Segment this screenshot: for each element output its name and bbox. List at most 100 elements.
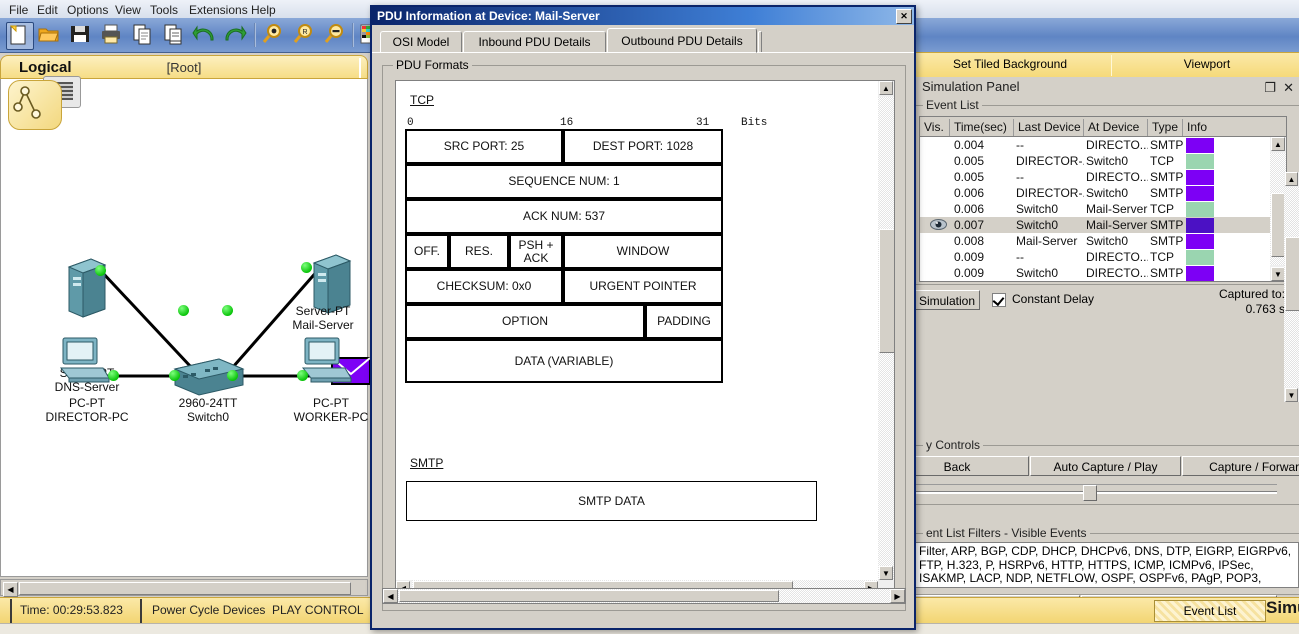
cell-type: TCP	[1150, 154, 1174, 168]
table-row[interactable]: 0.005 DIRECTOR-...Switch0 TCP	[920, 153, 1286, 169]
scroll-down-arrow-icon[interactable]: ▼	[1271, 267, 1285, 281]
menu-item-options[interactable]: Options	[62, 2, 113, 18]
protocol-label-smtp[interactable]: SMTP	[410, 456, 443, 470]
scroll-left-arrow-icon[interactable]: ◀	[3, 582, 18, 597]
field-ack-num: ACK NUM: 537	[405, 199, 723, 234]
canvas-horizontal-scrollbar[interactable]: ◀	[0, 579, 368, 597]
menu-item-view[interactable]: View	[110, 2, 146, 18]
cell-type: SMTP	[1150, 266, 1184, 280]
event-list-button[interactable]: Event List	[1154, 600, 1266, 622]
info-color-chip	[1186, 250, 1214, 265]
capture-forward-button[interactable]: Capture / Forward	[1182, 456, 1299, 476]
column-header-info[interactable]: Info	[1183, 119, 1271, 136]
constant-delay-checkbox[interactable]	[992, 293, 1006, 307]
print-icon[interactable]	[99, 22, 125, 48]
cell-at-device: Switch0	[1086, 234, 1129, 248]
playback-speed-slider[interactable]	[897, 484, 1277, 501]
simulation-panel-scrollbar[interactable]: ▲ ▼	[1284, 172, 1299, 402]
viewport-button[interactable]: Viewport	[1115, 57, 1299, 71]
scroll-thumb[interactable]	[399, 590, 779, 602]
column-header-vis[interactable]: Vis.	[920, 119, 950, 136]
table-row[interactable]: 0.007 Switch0 Mail-Server SMTP	[920, 217, 1286, 233]
column-header-at-device[interactable]: At Device	[1084, 119, 1148, 136]
tab-osi-model[interactable]: OSI Model	[380, 31, 462, 53]
pc-icon[interactable]	[301, 334, 357, 390]
tab-outbound-pdu-details[interactable]: Outbound PDU Details	[607, 28, 757, 53]
link-status-dot	[169, 370, 180, 381]
scroll-thumb[interactable]	[19, 582, 351, 595]
save-icon[interactable]	[68, 22, 94, 48]
slider-knob[interactable]	[1083, 485, 1097, 501]
cell-type: SMTP	[1150, 186, 1184, 200]
device-model: PC-PT	[313, 396, 349, 410]
menu-item-extensions[interactable]: Extensions	[184, 2, 253, 18]
restore-window-icon[interactable]: ❐	[1264, 80, 1276, 96]
pdu-format-scroll-area[interactable]: TCP 0 16 31 Bits SRC PORT: 25 DEST PORT:…	[395, 80, 895, 597]
close-icon[interactable]: ✕	[896, 9, 912, 24]
table-row[interactable]: 0.009 Switch0 DIRECTO... SMTP	[920, 265, 1286, 281]
scroll-up-arrow-icon[interactable]: ▲	[879, 81, 893, 95]
table-row[interactable]: 0.009--DIRECTO...TCP	[920, 281, 1286, 282]
dialog-tab-strip: OSI Model Inbound PDU Details Outbound P…	[372, 27, 914, 53]
new-file-icon[interactable]	[6, 22, 34, 50]
event-list-legend: Event List	[923, 98, 982, 112]
zoom-in-icon[interactable]	[261, 22, 287, 48]
zoom-reset-icon[interactable]: R	[292, 22, 318, 48]
logical-topology-icon[interactable]	[8, 80, 62, 130]
table-row[interactable]: 0.005 -- DIRECTO... SMTP	[920, 169, 1286, 185]
tab-inbound-pdu-details[interactable]: Inbound PDU Details	[463, 31, 606, 53]
scroll-down-arrow-icon[interactable]: ▼	[1285, 388, 1298, 402]
cell-time: 0.009	[954, 250, 985, 264]
paste-icon[interactable]	[161, 22, 187, 48]
close-icon[interactable]: ✕	[1283, 80, 1294, 96]
scroll-left-arrow-icon[interactable]: ◀	[383, 589, 398, 603]
scroll-down-arrow-icon[interactable]: ▼	[879, 566, 893, 580]
set-tiled-background-button[interactable]: Set Tiled Background	[915, 57, 1105, 71]
cell-time: 0.004	[954, 138, 985, 152]
device-model: PC-PT	[69, 396, 105, 410]
field-padding: PADDING	[645, 304, 723, 339]
menu-item-help[interactable]: Help	[246, 2, 281, 18]
table-row[interactable]: 0.004 -- DIRECTO... SMTP	[920, 137, 1286, 153]
bits-label: Bits	[741, 117, 768, 129]
background-viewport-bar: Set Tiled Background Viewport	[915, 52, 1299, 79]
info-color-chip	[1186, 266, 1214, 281]
eye-icon[interactable]	[930, 219, 947, 230]
column-header-time[interactable]: Time(sec)	[950, 119, 1014, 136]
cell-time: 0.006	[954, 186, 985, 200]
pdu-format-vertical-scrollbar[interactable]: ▲ ▼	[878, 81, 894, 596]
visible-events-text: Filter, ARP, BGP, CDP, DHCP, DHCPv6, DNS…	[915, 542, 1299, 588]
link-status-dot	[227, 370, 238, 381]
table-row[interactable]: 0.009--DIRECTO...TCP	[920, 249, 1286, 265]
open-folder-icon[interactable]	[37, 22, 63, 48]
table-row[interactable]: 0.008 Mail-Server Switch0 SMTP	[920, 233, 1286, 249]
link-status-dot	[108, 370, 119, 381]
scroll-thumb[interactable]	[879, 229, 894, 353]
zoom-out-icon[interactable]	[323, 22, 349, 48]
captured-to-value: 0.763 s	[1245, 302, 1285, 316]
undo-icon[interactable]	[192, 22, 218, 48]
column-header-last-device[interactable]: Last Device	[1014, 119, 1084, 136]
table-row[interactable]: 0.006 DIRECTOR-...Switch0 SMTP	[920, 185, 1286, 201]
copy-icon[interactable]	[130, 22, 156, 48]
menu-item-edit[interactable]: Edit	[32, 2, 63, 18]
menu-item-file[interactable]: File	[4, 2, 33, 18]
scroll-up-arrow-icon[interactable]: ▲	[1271, 137, 1285, 151]
menu-item-tools[interactable]: Tools	[145, 2, 183, 18]
scroll-thumb[interactable]	[1285, 237, 1299, 311]
protocol-label-tcp[interactable]: TCP	[410, 93, 434, 107]
redo-icon[interactable]	[223, 22, 249, 48]
scroll-up-arrow-icon[interactable]: ▲	[1285, 172, 1298, 186]
event-list-table[interactable]: Vis. Time(sec) Last Device At Device Typ…	[919, 116, 1287, 282]
power-cycle-devices-button[interactable]: Power Cycle Devices	[152, 603, 265, 617]
pc-icon[interactable]	[59, 334, 115, 390]
scroll-right-arrow-icon[interactable]: ▶	[890, 589, 905, 603]
status-divider	[10, 599, 12, 623]
svg-text:R: R	[302, 29, 307, 36]
auto-capture-play-button[interactable]: Auto Capture / Play	[1030, 456, 1181, 476]
column-header-type[interactable]: Type	[1148, 119, 1183, 136]
dialog-horizontal-scrollbar[interactable]: ◀ ▶	[382, 588, 906, 604]
table-row[interactable]: 0.006 Switch0 Mail-Server TCP	[920, 201, 1286, 217]
logical-workspace-canvas[interactable]: Server-PT DNS-Server Server-PT Mail-Serv…	[0, 79, 371, 577]
dialog-body: PDU Formats TCP 0 16 31 Bits SRC PORT: 2…	[372, 53, 914, 628]
